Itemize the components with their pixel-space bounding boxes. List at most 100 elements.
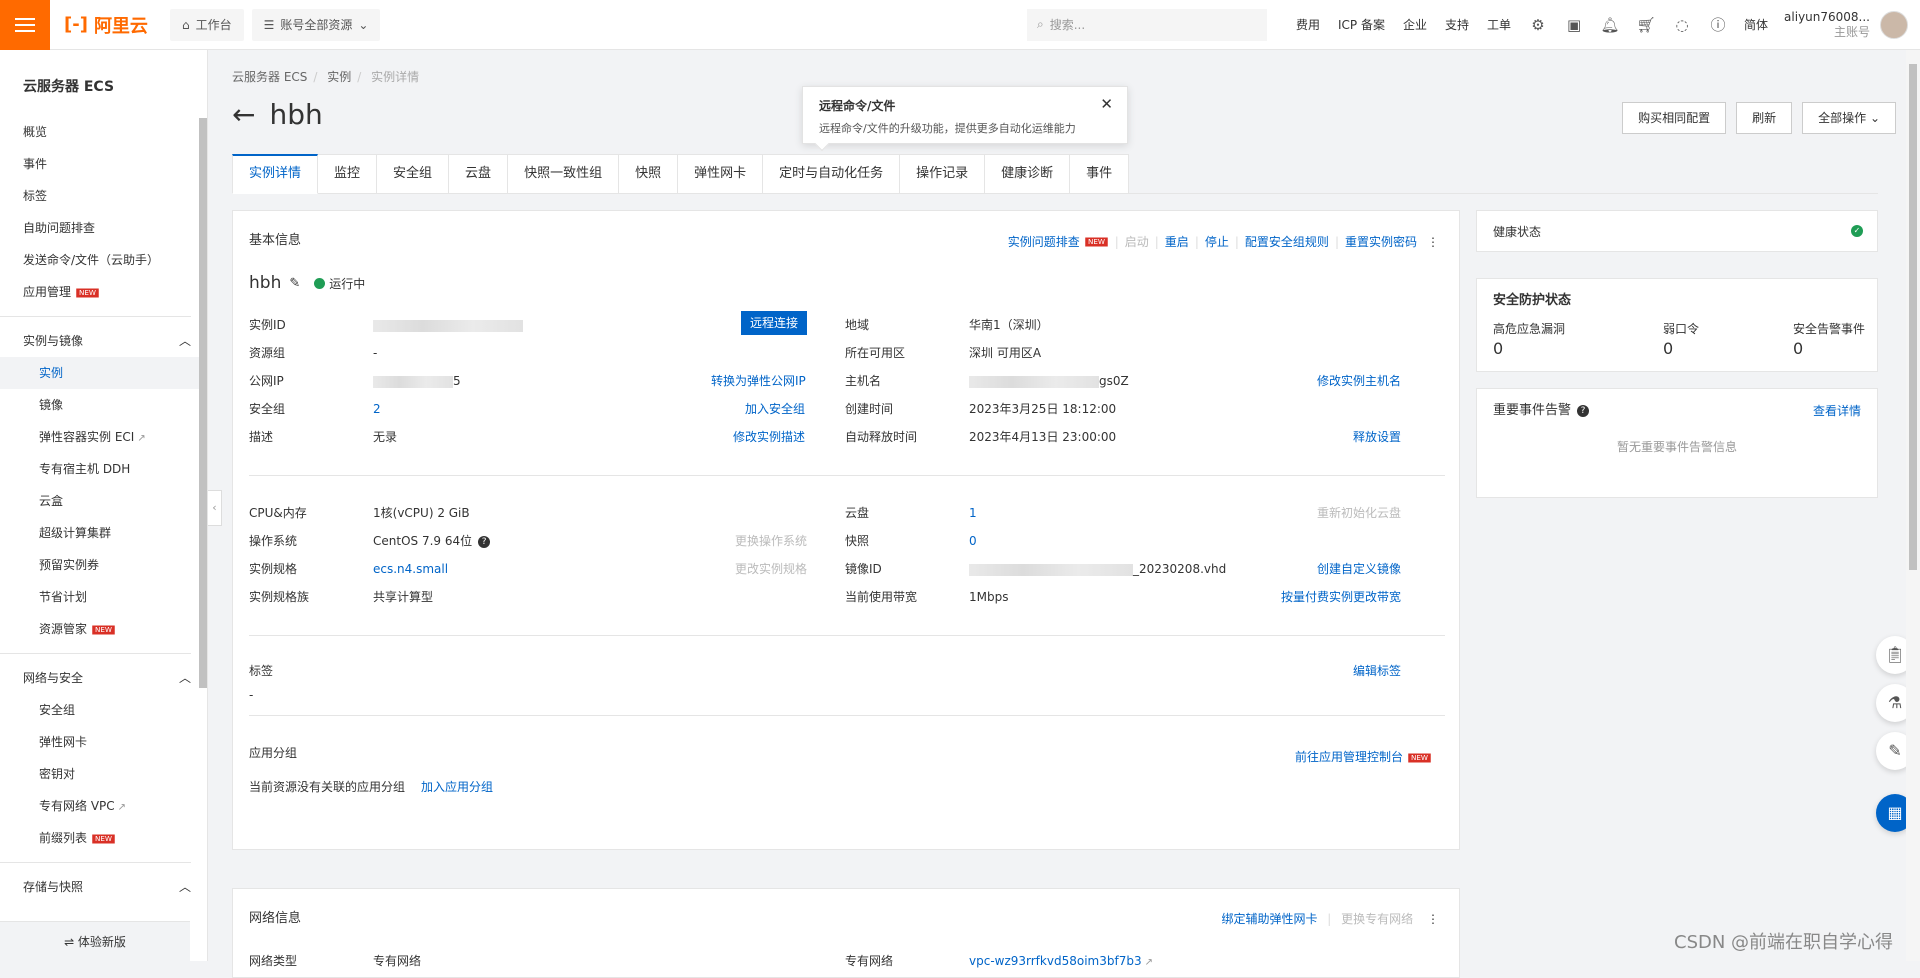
change-instance-type-link[interactable]: 更改实例规格 (735, 561, 807, 577)
help-icon[interactable]: ? (478, 535, 491, 548)
edit-tags-link[interactable]: 编辑标签 (1353, 663, 1401, 679)
sidebar-item-events[interactable]: 事件 (0, 148, 207, 180)
terminal-icon[interactable]: ▣ (1556, 16, 1592, 34)
value-vulnerabilities[interactable]: 0 (1493, 341, 1503, 357)
reset-password-link[interactable]: 重置实例密码 (1345, 233, 1417, 250)
more-vertical-icon[interactable]: ⋮ (1427, 235, 1439, 249)
sidebar-item-images[interactable]: 镜像 (0, 389, 207, 421)
change-bandwidth-link[interactable]: 按量付费实例更改带宽 (1281, 589, 1401, 605)
edit-icon[interactable]: ✎ (289, 276, 300, 291)
value-snapshots[interactable]: 0 (969, 533, 977, 549)
value-instance-type[interactable]: ecs.n4.small (373, 561, 448, 577)
change-vpc-link[interactable]: 更换专有网络 (1341, 912, 1413, 926)
help-icon[interactable]: ? (1577, 404, 1590, 417)
sidebar-item-vpc[interactable]: 专有网络 VPC ↗ (0, 790, 207, 822)
sidebar-item-prefix-list[interactable]: 前缀列表 NEW (0, 822, 207, 854)
top-link-enterprise[interactable]: 企业 (1403, 16, 1427, 33)
start-button[interactable]: 启动 (1125, 233, 1149, 250)
reinit-disk-link[interactable]: 重新初始化云盘 (1317, 505, 1401, 521)
sidebar-item-security-group[interactable]: 安全组 (0, 694, 207, 726)
value-security-group[interactable]: 2 (373, 401, 381, 417)
sidebar-item-instances[interactable]: 实例 (0, 357, 207, 389)
top-link-fees[interactable]: 费用 (1296, 16, 1320, 33)
avatar[interactable] (1880, 10, 1908, 39)
value-vpc[interactable]: vpc-wz93rrfkvd58oim3bf7b3 ↗ (969, 953, 1153, 971)
sidebar-item-ddh[interactable]: 专有宿主机 DDH (0, 453, 207, 485)
restart-button[interactable]: 重启 (1165, 233, 1189, 250)
tab-health-diagnosis[interactable]: 健康诊断 (985, 154, 1071, 194)
cart-icon[interactable]: 🛒︎ (1628, 16, 1664, 34)
try-new-version-button[interactable]: ⇌ 体验新版 (0, 921, 190, 961)
aliyun-logo[interactable]: [-] 阿里云 (64, 12, 148, 38)
cloud-shell-icon[interactable]: ⚙ (1520, 16, 1556, 34)
breadcrumb-instances[interactable]: 实例 (327, 70, 351, 84)
resource-scope-dropdown[interactable]: ☰ 账号全部资源 ⌄ (251, 8, 381, 41)
sidebar-item-cloudbox[interactable]: 云盒 (0, 485, 207, 517)
account-menu[interactable]: aliyun76008... 主账号 (1784, 10, 1870, 40)
sidebar-item-tags[interactable]: 标签 (0, 180, 207, 212)
sidebar-item-keypair[interactable]: 密钥对 (0, 758, 207, 790)
lightbulb-icon[interactable]: ◌ (1664, 16, 1700, 34)
join-security-group-link[interactable]: 加入安全组 (745, 401, 805, 417)
view-details-link[interactable]: 查看详情 (1813, 403, 1861, 419)
hamburger-menu-button[interactable] (0, 0, 50, 50)
tab-monitoring[interactable]: 监控 (318, 154, 378, 194)
create-custom-image-link[interactable]: 创建自定义镜像 (1317, 561, 1401, 577)
sidebar-item-scc[interactable]: 超级计算集群 (0, 517, 207, 549)
sidebar-item-app-management[interactable]: 应用管理 NEW (0, 276, 207, 308)
all-actions-dropdown[interactable]: 全部操作 ⌄ (1802, 102, 1896, 134)
release-settings-link[interactable]: 释放设置 (1353, 429, 1401, 445)
sidebar-item-reserved[interactable]: 预留实例券 (0, 549, 207, 581)
back-arrow-icon[interactable]: ← (232, 98, 255, 131)
top-link-icp[interactable]: ICP 备案 (1338, 16, 1385, 33)
change-os-link[interactable]: 更换操作系统 (735, 533, 807, 549)
sidebar-group-instances[interactable]: 实例与镜像 ︿ (0, 325, 207, 357)
value-alerts[interactable]: 0 (1793, 341, 1803, 357)
top-link-ticket[interactable]: 工单 (1487, 16, 1511, 33)
buy-same-config-button[interactable]: 购买相同配置 (1622, 102, 1727, 134)
bell-icon[interactable]: 🔔︎ (1592, 16, 1628, 34)
sidebar-item-cloud-assistant[interactable]: 发送命令/文件（云助手） (0, 244, 207, 276)
sidebar-item-troubleshoot[interactable]: 自助问题排查 (0, 212, 207, 244)
bind-eni-link[interactable]: 绑定辅助弹性网卡 (1221, 912, 1317, 926)
value-weak-passwords[interactable]: 0 (1663, 341, 1673, 357)
app-management-console-link[interactable]: 前往应用管理控制台 NEW (1295, 749, 1432, 765)
troubleshoot-link[interactable]: 实例问题排查 (1008, 233, 1080, 250)
tab-operation-log[interactable]: 操作记录 (900, 154, 986, 194)
sidebar-item-resource-keeper[interactable]: 资源管家 NEW (0, 613, 207, 645)
stop-button[interactable]: 停止 (1205, 233, 1229, 250)
more-vertical-icon[interactable]: ⋮ (1427, 912, 1439, 926)
top-link-support[interactable]: 支持 (1445, 16, 1469, 33)
tab-eni[interactable]: 弹性网卡 (678, 154, 764, 194)
edit-description-link[interactable]: 修改实例描述 (733, 429, 805, 445)
tab-events[interactable]: 事件 (1070, 154, 1130, 194)
sidebar-item-savings-plan[interactable]: 节省计划 (0, 581, 207, 613)
tab-snapshots[interactable]: 快照 (619, 154, 679, 194)
tab-disks[interactable]: 云盘 (449, 154, 509, 194)
scrollbar-thumb[interactable] (199, 118, 207, 688)
convert-eip-link[interactable]: 转换为弹性公网IP (711, 373, 806, 389)
add-app-group-link[interactable]: 加入应用分组 (421, 779, 493, 795)
remote-connect-button[interactable]: 远程连接 (741, 311, 808, 335)
language-switch[interactable]: 简体 (1744, 16, 1768, 33)
sidebar-scrollbar[interactable] (197, 108, 207, 958)
config-security-rules-link[interactable]: 配置安全组规则 (1245, 233, 1329, 250)
main-scrollbar[interactable] (1906, 50, 1920, 961)
close-icon[interactable]: ✕ (1100, 95, 1113, 113)
sidebar-group-storage[interactable]: 存储与快照 ︿ (0, 871, 207, 903)
sidebar-item-eni[interactable]: 弹性网卡 (0, 726, 207, 758)
sidebar-group-network[interactable]: 网络与安全 ︿ (0, 662, 207, 694)
tab-scheduled-tasks[interactable]: 定时与自动化任务 (763, 154, 901, 194)
tab-snapshot-consistency[interactable]: 快照一致性组 (508, 154, 620, 194)
breadcrumb-ecs[interactable]: 云服务器 ECS (232, 70, 307, 84)
refresh-button[interactable]: 刷新 (1736, 102, 1793, 134)
sidebar-item-overview[interactable]: 概览 (0, 116, 207, 148)
sidebar-collapse-button[interactable]: ‹ (208, 490, 222, 526)
tab-security-groups[interactable]: 安全组 (377, 154, 450, 194)
sidebar-item-eci[interactable]: 弹性容器实例 ECI ↗ (0, 421, 207, 453)
tab-instance-details[interactable]: 实例详情 (232, 154, 319, 194)
scrollbar-thumb[interactable] (1909, 64, 1917, 570)
value-disks[interactable]: 1 (969, 505, 977, 521)
edit-hostname-link[interactable]: 修改实例主机名 (1317, 373, 1401, 389)
help-icon[interactable]: ⓘ (1700, 14, 1736, 35)
